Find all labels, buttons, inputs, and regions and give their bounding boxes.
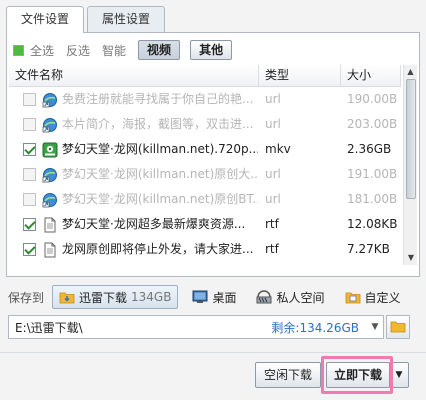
file-type: rtf xyxy=(265,217,279,231)
table-body: 免费注册就能寻找属于你自己的艳... url 190.00B 本片简介，海报，截图等，… xyxy=(9,87,401,262)
video-filter-button[interactable]: 视频 xyxy=(138,40,181,60)
location-private-space-button[interactable]: 私人空间 xyxy=(250,285,330,309)
location-thunder-download-button[interactable]: 迅雷下载 134GB xyxy=(52,285,179,309)
other-filter-button[interactable]: 其他 xyxy=(190,40,233,60)
file-size: 7.27KB xyxy=(347,242,390,256)
internet-shortcut-icon xyxy=(42,117,58,133)
file-name: 梦幻天堂·龙网(killman.net)原创BT... xyxy=(62,192,258,206)
document-icon xyxy=(42,242,58,258)
save-path-input[interactable]: E:\迅雷下载\ 剩余:134.26GB ▼ xyxy=(8,315,384,339)
internet-shortcut-icon xyxy=(42,167,58,183)
file-name-cell: 免费注册就能寻找属于你自己的艳... xyxy=(9,87,259,112)
download-now-button[interactable]: 立即下载 xyxy=(326,362,390,388)
file-table: 文件名称 类型 大小 免费注册就能寻找属于你自己的艳... url 190.00B 本… xyxy=(9,65,401,265)
file-name: 龙网原创即将停止外发，请大家进... xyxy=(62,242,254,256)
file-name: 本片简介，海报，截图等，双击进... xyxy=(62,117,254,131)
location-custom-button[interactable]: 自定义 xyxy=(339,285,407,309)
internet-shortcut-icon xyxy=(42,192,58,208)
file-name: 梦幻天堂·龙网(killman.net)原创大... xyxy=(62,167,258,181)
vertical-scrollbar[interactable]: ▲ ▼ xyxy=(403,65,417,265)
location-label: 桌面 xyxy=(212,290,237,305)
file-settings-panel: 全选 反选 智能 视频 其他 文件名称 类型 大小 免费注册就能寻找属于你自己的… xyxy=(6,32,420,277)
file-name-cell: 龙网原创即将停止外发，请大家进... xyxy=(9,237,259,262)
file-size: 12.08KB xyxy=(347,217,398,231)
desktop-icon xyxy=(192,289,208,305)
table-row[interactable]: 梦幻天堂·龙网(killman.net)原创大... url 191.00B xyxy=(9,162,401,187)
file-name: 梦幻天堂·龙网超多最新爆爽资源... xyxy=(62,217,246,231)
select-all-checkbox[interactable] xyxy=(13,44,24,56)
scrollbar-thumb[interactable] xyxy=(406,79,416,199)
save-path-text[interactable]: E:\迅雷下载\ xyxy=(9,319,271,336)
file-type: url xyxy=(265,92,281,106)
invert-selection-link[interactable]: 反选 xyxy=(66,42,90,59)
file-name-cell: 梦幻天堂·龙网(killman.net).720p.... xyxy=(9,137,259,162)
file-type: url xyxy=(265,117,281,131)
file-checkbox[interactable] xyxy=(23,118,36,131)
save-location-bar: 保存到 迅雷下载 134GB 桌面 私人空间 自定义 xyxy=(8,285,415,309)
file-size: 203.00B xyxy=(347,117,398,131)
document-icon xyxy=(42,217,58,233)
file-size: 2.36GB xyxy=(347,142,392,156)
table-row[interactable]: 梦幻天堂·龙网(killman.net)原创BT... url 181.00B xyxy=(9,187,401,212)
tab-bar: 文件设置 属性设置 xyxy=(6,6,168,33)
file-name-cell: 本片简介，海报，截图等，双击进... xyxy=(9,112,259,137)
download-options-dropdown[interactable]: ▼ xyxy=(389,362,409,388)
file-size: 191.00B xyxy=(347,167,398,181)
location-size: 134GB xyxy=(131,290,172,304)
location-label: 迅雷下载 xyxy=(79,290,128,305)
tab-file-settings[interactable]: 文件设置 xyxy=(6,6,85,33)
tab-property-settings[interactable]: 属性设置 xyxy=(87,6,166,32)
file-name-cell: 梦幻天堂·龙网(killman.net)原创大... xyxy=(9,162,259,187)
custom-folder-icon xyxy=(345,289,361,305)
folder-icon xyxy=(390,318,406,337)
file-name-cell: 梦幻天堂·龙网(killman.net)原创BT... xyxy=(9,187,259,212)
free-space-label: 剩余:134.26GB xyxy=(271,320,359,335)
file-checkbox[interactable] xyxy=(23,193,36,206)
location-desktop-button[interactable]: 桌面 xyxy=(186,285,242,309)
smart-select-link[interactable]: 智能 xyxy=(102,42,126,59)
file-checkbox[interactable] xyxy=(23,143,36,156)
idle-download-button[interactable]: 空闲下载 xyxy=(255,362,321,388)
file-size: 190.00B xyxy=(347,92,398,106)
file-checkbox[interactable] xyxy=(23,93,36,106)
table-header: 文件名称 类型 大小 xyxy=(9,65,401,87)
divider xyxy=(0,352,426,353)
column-header-size[interactable]: 大小 xyxy=(341,65,401,86)
scroll-up-arrow-icon[interactable]: ▲ xyxy=(404,65,417,79)
column-header-type[interactable]: 类型 xyxy=(259,65,341,86)
table-row[interactable]: 本片简介，海报，截图等，双击进... url 203.00B xyxy=(9,112,401,137)
private-space-icon xyxy=(256,289,272,305)
internet-shortcut-icon xyxy=(42,92,58,108)
file-name-cell: 梦幻天堂·龙网超多最新爆爽资源... xyxy=(9,212,259,237)
location-label: 自定义 xyxy=(364,290,401,305)
table-row[interactable]: 梦幻天堂·龙网(killman.net).720p.... mkv 2.36GB xyxy=(9,137,401,162)
location-label: 私人空间 xyxy=(276,290,325,305)
file-type: mkv xyxy=(265,142,291,156)
chevron-down-icon: ▼ xyxy=(395,370,403,380)
browse-folder-button[interactable] xyxy=(386,315,410,339)
table-row[interactable]: 梦幻天堂·龙网超多最新爆爽资源... rtf 12.08KB xyxy=(9,212,401,237)
path-dropdown-icon[interactable]: ▼ xyxy=(367,322,383,332)
scroll-down-arrow-icon[interactable]: ▼ xyxy=(404,251,418,265)
folder-download-icon xyxy=(59,289,75,305)
file-name: 梦幻天堂·龙网(killman.net).720p.... xyxy=(62,142,258,156)
file-checkbox[interactable] xyxy=(23,218,36,231)
file-size: 181.00B xyxy=(347,192,398,206)
file-type: rtf xyxy=(265,242,279,256)
table-row[interactable]: 免费注册就能寻找属于你自己的艳... url 190.00B xyxy=(9,87,401,112)
file-name: 免费注册就能寻找属于你自己的艳... xyxy=(62,92,254,106)
file-type: url xyxy=(265,167,281,181)
filter-bar: 全选 反选 智能 视频 其他 xyxy=(13,39,242,61)
select-all-link[interactable]: 全选 xyxy=(30,42,54,59)
file-checkbox[interactable] xyxy=(23,243,36,256)
video-file-icon xyxy=(42,142,58,158)
file-type: url xyxy=(265,192,281,206)
file-checkbox[interactable] xyxy=(23,168,36,181)
save-to-label: 保存到 xyxy=(8,290,45,305)
column-header-name[interactable]: 文件名称 xyxy=(9,65,259,86)
table-row[interactable]: 龙网原创即将停止外发，请大家进... rtf 7.27KB xyxy=(9,237,401,262)
